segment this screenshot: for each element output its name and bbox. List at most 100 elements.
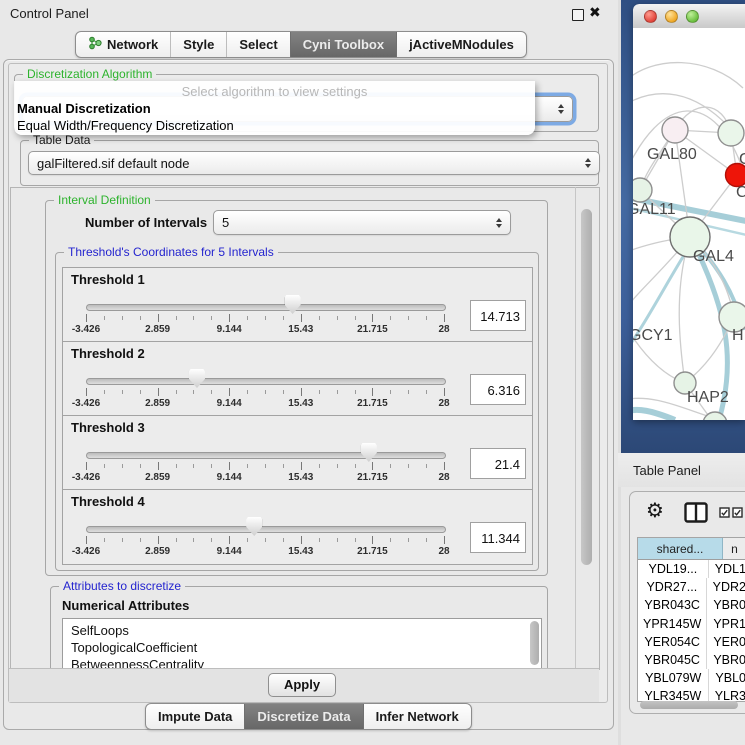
tab-label: Impute Data (158, 709, 232, 724)
slider-tick-labels: -3.4262.8599.14415.4321.71528 (86, 546, 444, 558)
gear-icon[interactable]: ⚙ (646, 501, 664, 521)
threshold-value-field[interactable]: 21.4 (470, 448, 526, 479)
control-panel-titlebar: Control Panel ✖ (0, 0, 618, 26)
column-header-name[interactable]: n (723, 538, 745, 559)
table-cell[interactable]: YLR345W (638, 687, 709, 702)
split-columns-icon[interactable] (684, 502, 708, 528)
float-window-icon[interactable] (572, 9, 584, 21)
node-label: GA (739, 151, 745, 168)
table-cell[interactable]: YDL1 (709, 560, 745, 578)
list-scrollbar-thumb[interactable] (530, 621, 539, 665)
table-row[interactable]: YLR345WYLR3 (638, 687, 745, 702)
popup-option-manual-discretization[interactable]: Manual Discretization (17, 101, 151, 116)
table-cell[interactable]: YBL0 (709, 669, 745, 687)
table-row[interactable]: YDL19...YDL1 (638, 560, 745, 578)
combobox-value: galFiltered.sif default node (37, 156, 189, 171)
group-title: Interval Definition (54, 193, 155, 207)
table-cell[interactable]: YBR0 (707, 596, 745, 614)
threshold-3-row: Threshold 3 -3.4262.8599.14415.4321.7152… (62, 415, 533, 491)
slider-thumb[interactable] (361, 443, 377, 462)
table-cell[interactable]: YDR27... (638, 578, 707, 596)
node[interactable] (633, 178, 652, 202)
tab-discretize-data[interactable]: Discretize Data (244, 704, 362, 729)
tab-jactivemnodules[interactable]: jActiveMNodules (396, 32, 526, 57)
network-window-titlebar[interactable] (633, 4, 745, 29)
threshold-2-row: Threshold 2 -3.4262.8599.14415.4321.7152… (62, 341, 533, 417)
stepper-icon (585, 158, 591, 168)
node-label: GCY1 (633, 327, 673, 344)
table-cell[interactable]: YBL079W (638, 669, 709, 687)
tab-impute-data[interactable]: Impute Data (146, 704, 244, 729)
table-cell[interactable]: YER0 (707, 633, 745, 651)
node-label: GAL4 (693, 248, 734, 265)
table-cell[interactable]: YPR145W (638, 615, 707, 633)
threshold-value-field[interactable]: 11.344 (470, 522, 526, 553)
list-item[interactable]: TopologicalCoefficient (63, 639, 541, 656)
checkbox-icon (732, 507, 743, 518)
tab-infer-network[interactable]: Infer Network (363, 704, 471, 729)
table-panel-header: Table Panel (618, 453, 745, 487)
threshold-4-row: Threshold 4 -3.4262.8599.14415.4321.7152… (62, 489, 533, 565)
table-panel-rows: YDL19...YDL1YDR27...YDR2YBR043CYBR0YPR14… (638, 560, 745, 702)
slider-ticks (86, 388, 444, 397)
vertical-scrollbar-thumb[interactable] (581, 209, 592, 565)
close-traffic-light-icon[interactable] (644, 10, 657, 23)
table-row[interactable]: YBR045CYBR0 (638, 651, 745, 669)
table-cell[interactable]: YLR3 (709, 687, 745, 702)
table-data-combobox[interactable]: galFiltered.sif default node (28, 151, 600, 175)
slider-thumb[interactable] (246, 517, 262, 536)
list-item[interactable]: SelfLoops (63, 619, 541, 639)
number-of-intervals-combobox[interactable]: 5 (213, 210, 511, 235)
threshold-label: Threshold 2 (71, 346, 145, 361)
slider-ticks (86, 314, 444, 323)
node[interactable] (662, 117, 688, 143)
slider-thumb[interactable] (285, 295, 301, 314)
table-panel-title: Table Panel (633, 463, 701, 478)
horizontal-scrollbar-thumb[interactable] (640, 701, 738, 709)
table-row[interactable]: YBL079WYBL0 (638, 669, 745, 687)
zoom-traffic-light-icon[interactable] (686, 10, 699, 23)
screen: Control Panel ✖ Network Style (0, 0, 745, 745)
threshold-value-field[interactable]: 14.713 (470, 300, 526, 331)
node-label: C (736, 184, 745, 201)
threshold-value-field[interactable]: 6.316 (470, 374, 526, 405)
slider-tick-labels: -3.4262.8599.14415.4321.71528 (86, 398, 444, 410)
table-row[interactable]: YBR043CYBR0 (638, 596, 745, 614)
group-title: Threshold's Coordinates for 5 Intervals (64, 245, 278, 259)
node[interactable] (718, 120, 744, 146)
stepper-icon (496, 218, 502, 228)
node-label: GAL11 (633, 201, 676, 218)
tab-label: Style (183, 37, 214, 52)
tab-select[interactable]: Select (226, 32, 289, 57)
select-columns-icon[interactable] (719, 507, 743, 518)
tab-style[interactable]: Style (170, 32, 226, 57)
table-row[interactable]: YER054CYER0 (638, 633, 745, 651)
numerical-attributes-list: SelfLoops TopologicalCoefficient Between… (62, 618, 542, 670)
popup-hint-text: Select algorithm to view settings (14, 84, 535, 99)
apply-button[interactable]: Apply (268, 673, 336, 697)
table-cell[interactable]: YER054C (638, 633, 707, 651)
tab-cyni-toolbox[interactable]: Cyni Toolbox (290, 32, 396, 57)
close-icon[interactable]: ✖ (589, 4, 601, 21)
tab-label: Network (107, 37, 158, 52)
group-title: Discretization Algorithm (23, 67, 156, 81)
table-row[interactable]: YDR27...YDR2 (638, 578, 745, 596)
node-label: GAL80 (647, 146, 697, 163)
popup-option-equal-width-frequency[interactable]: Equal Width/Frequency Discretization (17, 118, 234, 133)
table-cell[interactable]: YDR2 (707, 578, 745, 596)
minimize-traffic-light-icon[interactable] (665, 10, 678, 23)
table-cell[interactable]: YPR1 (707, 615, 745, 633)
table-cell[interactable]: YDL19... (638, 560, 709, 578)
tab-label: Select (239, 37, 277, 52)
table-cell[interactable]: YBR0 (707, 651, 745, 669)
slider-thumb[interactable] (189, 369, 205, 388)
node-table: shared... n YDL19...YDL1YDR27...YDR2YBR0… (637, 537, 745, 702)
node-label: H (732, 327, 744, 344)
network-window: GAL80 GA C GAL11 GAL4 GCY1 H HAP2 (633, 4, 745, 420)
column-header-shared-name[interactable]: shared... (638, 538, 723, 559)
table-cell[interactable]: YBR045C (638, 651, 707, 669)
table-cell[interactable]: YBR043C (638, 596, 707, 614)
tab-network[interactable]: Network (76, 32, 170, 57)
table-row[interactable]: YPR145WYPR1 (638, 615, 745, 633)
network-canvas[interactable]: GAL80 GA C GAL11 GAL4 GCY1 H HAP2 (633, 28, 745, 420)
